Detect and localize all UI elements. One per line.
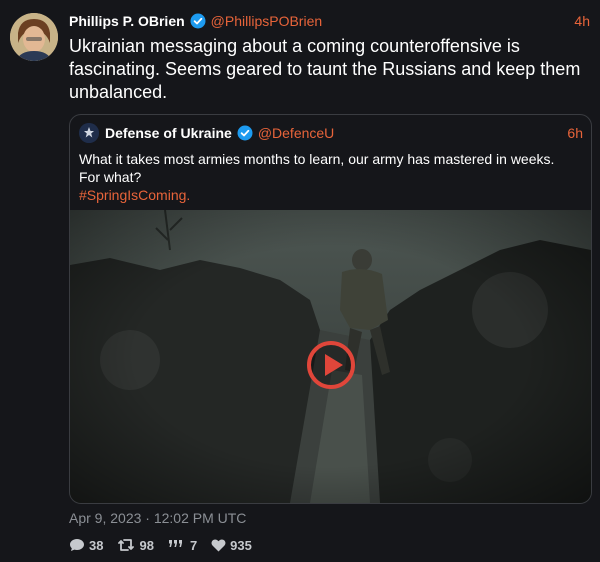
quote-stat[interactable]: 7 [168,538,197,553]
video-player[interactable] [70,210,591,503]
quoted-author-handle[interactable]: @DefenceU [258,125,334,141]
quoted-tweet-time[interactable]: 6h [567,125,583,141]
quoted-tweet-text: What it takes most armies months to lear… [79,150,579,204]
hashtag-link[interactable]: #SpringIsComing [79,187,186,203]
verified-badge-icon [237,125,253,141]
tweet: Phillips P. OBrien @PhillipsPOBrien 4h U… [0,0,600,562]
quoted-text-line2: For what? [79,169,142,185]
quote-count: 7 [189,537,198,553]
tweet-time[interactable]: 4h [574,13,590,29]
retweet-stat[interactable]: 98 [117,537,154,553]
avatar[interactable] [10,13,58,61]
quote-icon [168,540,182,547]
heart-icon [211,538,226,551]
quoted-avatar[interactable] [79,123,99,143]
reply-icon [70,539,84,551]
retweet-count: 98 [139,537,154,553]
hashtag-suffix: . [186,187,191,203]
author-handle[interactable]: @PhillipsPOBrien [211,13,322,29]
quoted-author-name[interactable]: Defense of Ukraine [105,125,232,141]
reply-stat[interactable]: 38 [69,538,103,553]
retweet-icon [118,539,135,551]
like-stat[interactable]: 935 [211,538,252,553]
quoted-tweet[interactable]: Defense of Ukraine @DefenceU 6h What it … [69,114,592,504]
avatar-image [10,13,58,61]
verified-badge-icon [190,13,206,29]
tweet-header: Phillips P. OBrien @PhillipsPOBrien 4h [69,11,590,31]
tweet-timestamp[interactable]: Apr 9, 2023 · 12:02 PM UTC [69,510,246,526]
quoted-text-line1: What it takes most armies months to lear… [79,151,555,167]
tweet-stats: 38 98 7 935 [69,535,266,555]
quoted-tweet-header: Defense of Ukraine @DefenceU 6h [79,123,583,143]
reply-count: 38 [89,537,104,553]
author-name[interactable]: Phillips P. OBrien [69,13,185,29]
tweet-text: Ukrainian messaging about a coming count… [69,36,581,102]
play-icon[interactable] [306,340,356,390]
like-count: 935 [230,537,252,553]
